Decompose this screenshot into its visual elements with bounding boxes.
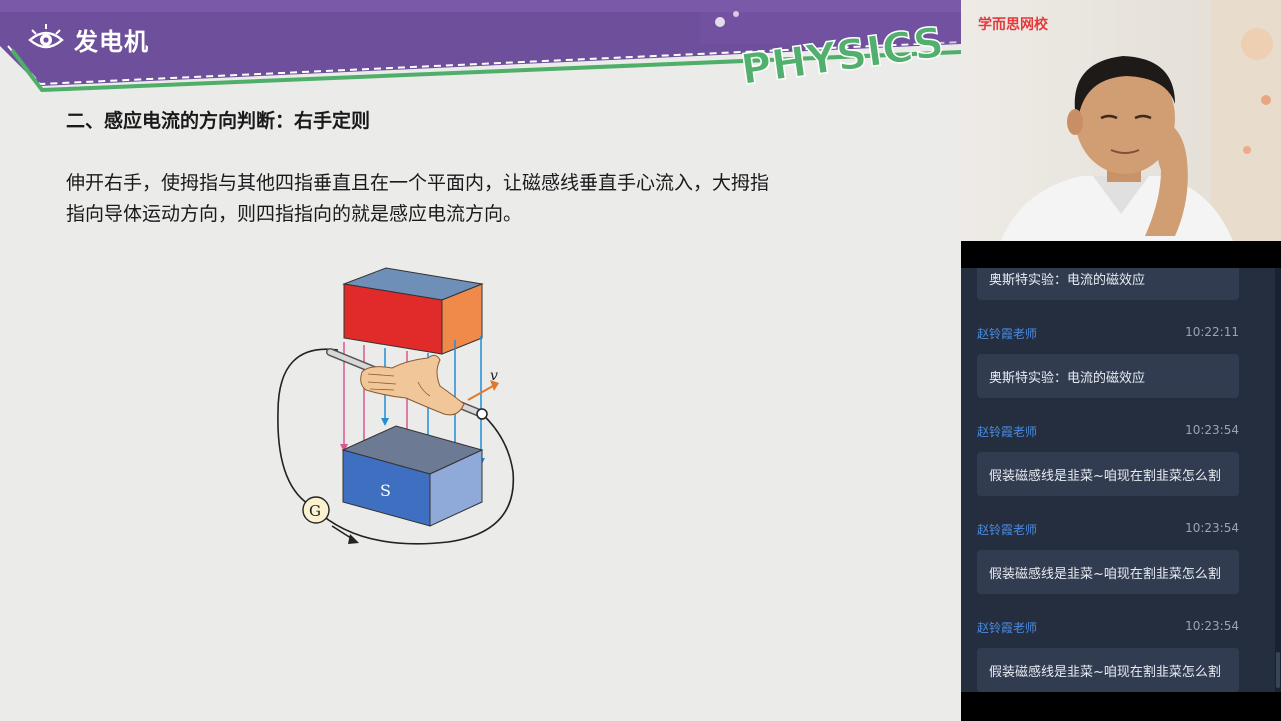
chat-footer xyxy=(961,692,1281,721)
chat-scrollbar[interactable] xyxy=(1275,268,1281,692)
velocity-arrow: v xyxy=(467,368,499,401)
chat-message-list[interactable]: 奥斯特实验：电流的磁效应 赵铃霞老师 10:22:11 奥斯特实验：电流的磁效应… xyxy=(961,268,1275,692)
chat-message-meta: 赵铃霞老师 10:23:54 xyxy=(977,423,1239,441)
chat-timestamp: 10:22:11 xyxy=(1185,325,1239,339)
chat-message-text: 假装磁感线是韭菜~咱现在割韭菜怎么割 xyxy=(989,567,1221,582)
chat-message-bubble: 假装磁感线是韭菜~咱现在割韭菜怎么割 xyxy=(977,452,1239,496)
current-arrow xyxy=(331,525,359,544)
chat-message-meta: 赵铃霞老师 10:22:11 xyxy=(977,325,1239,343)
chat-message-meta: 赵铃霞老师 10:23:54 xyxy=(977,619,1239,637)
chat-divider xyxy=(961,241,1281,268)
side-panel: 学而思网校 奥斯特实验：电流的磁效应 赵铃霞老师 10:22:11 奥斯特实验：… xyxy=(961,0,1281,721)
chat-message-text: 奥斯特实验：电流的磁效应 xyxy=(989,273,1146,288)
chat-message-bubble: 奥斯特实验：电流的磁效应 xyxy=(977,268,1239,300)
teacher-video-frame xyxy=(961,0,1281,241)
right-hand xyxy=(360,354,465,416)
right-hand-rule-diagram: v S G xyxy=(277,267,515,545)
section-heading: 二、感应电流的方向判断：右手定则 xyxy=(66,110,371,132)
teacher-video: 学而思网校 xyxy=(961,0,1281,241)
chat-sender-name: 赵铃霞老师 xyxy=(977,425,1038,439)
chat-timestamp: 10:23:54 xyxy=(1185,521,1239,535)
brand-logo: 学而思网校 xyxy=(978,17,1048,33)
chat-message-bubble: 假装磁感线是韭菜~咱现在割韭菜怎么割 xyxy=(977,550,1239,594)
top-magnet xyxy=(342,267,484,355)
bottom-magnet: S xyxy=(341,425,484,527)
chat-message-text: 奥斯特实验：电流的磁效应 xyxy=(989,371,1146,386)
app-root: PHYSICS 发电机 二、感应电流的方向判断：右手定则 伸开右手，使拇指与其他… xyxy=(0,0,1281,721)
eye-icon xyxy=(26,22,66,56)
svg-text:v: v xyxy=(490,368,498,384)
chat-message-text: 假装磁感线是韭菜~咱现在割韭菜怎么割 xyxy=(989,469,1221,484)
chat-sender-name: 赵铃霞老师 xyxy=(977,621,1038,635)
chat-timestamp: 10:23:54 xyxy=(1185,619,1239,633)
chat-sender-name: 赵铃霞老师 xyxy=(977,523,1038,537)
chat-message-bubble: 假装磁感线是韭菜~咱现在割韭菜怎么割 xyxy=(977,648,1239,692)
svg-text:S: S xyxy=(380,481,391,500)
chat-message-text: 假装磁感线是韭菜~咱现在割韭菜怎么割 xyxy=(989,665,1221,680)
rule-text-line-2: 指向导体运动方向，则四指指向的就是感应电流方向。 xyxy=(66,203,523,225)
slide-title: 发电机 xyxy=(74,28,149,56)
chat-sender-name: 赵铃霞老师 xyxy=(977,327,1038,341)
galvanometer: G xyxy=(302,496,330,524)
rule-text-line-1: 伸开右手，使拇指与其他四指垂直且在一个平面内，让磁感线垂直手心流入，大拇指 xyxy=(66,172,770,194)
chat-scrollbar-thumb[interactable] xyxy=(1276,652,1280,688)
chat-message-meta: 赵铃霞老师 10:23:54 xyxy=(977,521,1239,539)
svg-text:G: G xyxy=(309,502,321,520)
chat-message-bubble: 奥斯特实验：电流的磁效应 xyxy=(977,354,1239,398)
lesson-slide: PHYSICS 发电机 二、感应电流的方向判断：右手定则 伸开右手，使拇指与其他… xyxy=(0,0,961,721)
chat-timestamp: 10:23:54 xyxy=(1185,423,1239,437)
